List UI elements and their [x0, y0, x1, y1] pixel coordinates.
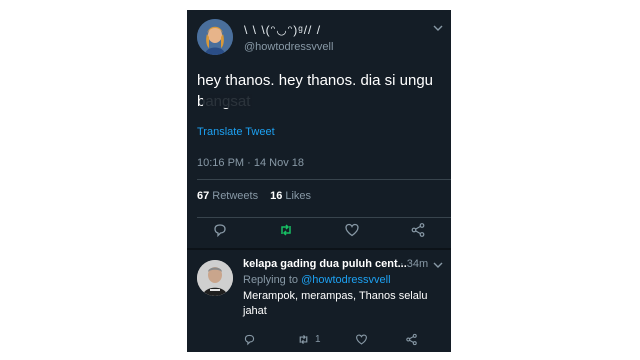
reply-retweet-count: 1: [315, 334, 321, 345]
reply-text: Merampok, merampas, Thanos selalu jahat: [243, 290, 428, 317]
share-icon[interactable]: [410, 222, 426, 238]
retweet-icon[interactable]: [297, 333, 310, 346]
author-avatar[interactable]: [197, 19, 233, 55]
likes-label: Likes: [285, 190, 312, 202]
retweets-label: Retweets: [212, 190, 259, 202]
chevron-down-icon[interactable]: [433, 24, 443, 32]
tweet-text: hey thanos. hey thanos. dia si ungu bang…: [197, 70, 441, 112]
reply-author-avatar[interactable]: [197, 260, 233, 296]
reply-author-name[interactable]: kelapa gading dua puluh cent...: [243, 258, 407, 270]
chevron-down-icon[interactable]: [433, 261, 443, 269]
tweet-timestamp: 10:16 PM · 14 Nov 18: [197, 157, 305, 169]
translate-tweet-link[interactable]: Translate Tweet: [197, 126, 275, 138]
replying-to-handle[interactable]: @howtodressvvell: [301, 274, 390, 286]
divider: [197, 179, 451, 180]
share-icon[interactable]: [405, 333, 418, 346]
likes-stat[interactable]: 16 Likes: [270, 190, 311, 202]
tweet-stats: 67 Retweets 16 Likes: [197, 190, 311, 202]
replying-to: Replying to @howtodressvvell: [243, 274, 391, 286]
retweets-stat[interactable]: 67 Retweets: [197, 190, 258, 202]
likes-count: 16: [270, 190, 283, 202]
replying-to-prefix: Replying to: [243, 274, 299, 286]
tweet-text-censored-word: bangsat: [197, 93, 253, 110]
like-icon[interactable]: [355, 333, 368, 346]
retweets-count: 67: [197, 190, 210, 202]
like-icon[interactable]: [344, 222, 360, 238]
reply-time: · 34m: [400, 258, 429, 270]
reply-icon[interactable]: [243, 333, 256, 346]
reply-tweet[interactable]: kelapa gading dua puluh cent... · 34m Re…: [187, 250, 451, 352]
divider: [197, 217, 451, 218]
tweet-text-main: hey thanos. hey thanos. dia si ungu: [197, 72, 434, 89]
author-handle[interactable]: @howtodressvvell: [244, 41, 333, 53]
retweet-icon[interactable]: [278, 222, 294, 238]
author-display-name[interactable]: \ \ \(ᵔ◡ᵔ)ᵍ// /: [244, 23, 321, 37]
reply-icon[interactable]: [212, 222, 228, 238]
tweet-detail-screen: \ \ \(ᵔ◡ᵔ)ᵍ// / @howtodressvvell hey tha…: [187, 10, 451, 352]
